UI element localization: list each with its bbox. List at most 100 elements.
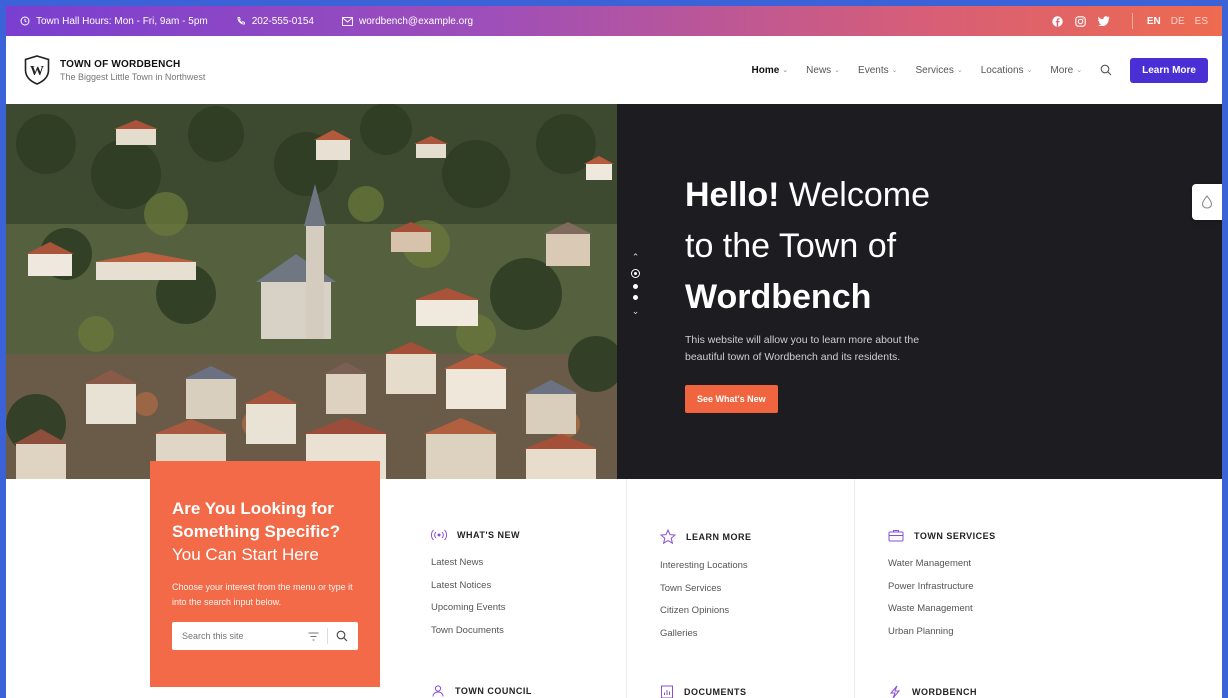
links-column-learn-more: LEARN MORE Interesting Locations Town Se… bbox=[626, 479, 854, 698]
chevron-down-icon: ⌄ bbox=[1076, 67, 1083, 74]
email-info[interactable]: wordbench@example.org bbox=[342, 16, 473, 27]
broadcast-icon bbox=[431, 529, 447, 541]
link-interesting-locations[interactable]: Interesting Locations bbox=[660, 560, 752, 583]
hero-description: This website will allow you to learn mor… bbox=[685, 334, 920, 363]
link-latest-news[interactable]: Latest News bbox=[431, 557, 520, 580]
search-icon[interactable] bbox=[1100, 64, 1112, 76]
section-header: WHAT'S NEW bbox=[431, 529, 520, 541]
link-town-services[interactable]: Town Services bbox=[660, 583, 752, 606]
nav-events[interactable]: Events ⌄ bbox=[858, 65, 897, 76]
droplet-icon bbox=[1201, 195, 1213, 209]
document-chart-icon bbox=[661, 685, 673, 698]
search-card-subtitle: You Can Start Here bbox=[172, 545, 319, 564]
chevron-down-icon: ⌄ bbox=[782, 67, 789, 74]
chevron-up-icon[interactable]: ⌃ bbox=[632, 252, 640, 263]
section-header: TOWN SERVICES bbox=[888, 529, 996, 542]
search-divider bbox=[327, 628, 328, 644]
hero-title-greeting: Hello! bbox=[685, 176, 780, 214]
search-input[interactable] bbox=[182, 631, 308, 641]
theme-toggle-tab[interactable] bbox=[1192, 184, 1222, 220]
town-aerial-image bbox=[6, 104, 617, 479]
section-title: WORDBENCH bbox=[912, 687, 977, 697]
nav-more[interactable]: More ⌄ bbox=[1050, 65, 1082, 76]
facebook-icon[interactable] bbox=[1052, 15, 1063, 27]
phone-text[interactable]: 202-555-0154 bbox=[252, 16, 314, 27]
site-tagline: The Biggest Little Town in Northwest bbox=[60, 71, 206, 82]
section-town-services: TOWN SERVICES Water Management Power Inf… bbox=[888, 529, 996, 648]
brand[interactable]: TOWN OF WORDBENCH The Biggest Little Tow… bbox=[60, 59, 205, 82]
links-column-whats-new: WHAT'S NEW Latest News Latest Notices Up… bbox=[398, 479, 626, 698]
person-icon bbox=[432, 685, 444, 697]
hours-text: Town Hall Hours: Mon - Fri, 9am - 5pm bbox=[36, 15, 208, 27]
link-urban-planning[interactable]: Urban Planning bbox=[888, 626, 996, 649]
chevron-down-icon: ⌄ bbox=[956, 67, 963, 74]
link-citizen-opinions[interactable]: Citizen Opinions bbox=[660, 605, 752, 628]
twitter-icon[interactable] bbox=[1097, 16, 1110, 26]
bolt-icon bbox=[889, 685, 901, 698]
chevron-down-icon: ⌄ bbox=[834, 67, 841, 74]
link-upcoming-events[interactable]: Upcoming Events bbox=[431, 602, 520, 625]
hero-content-panel: ⌃ ⌄ Hello! Welcome to the Town of Wordbe… bbox=[617, 104, 1222, 479]
hours-info: Town Hall Hours: Mon - Fri, 9am - 5pm bbox=[20, 16, 208, 27]
nav-news-label: News bbox=[806, 64, 832, 76]
section-title: TOWN COUNCIL bbox=[455, 686, 532, 696]
lang-de[interactable]: DE bbox=[1171, 16, 1185, 27]
chevron-down-icon[interactable]: ⌄ bbox=[632, 306, 640, 317]
slide-dot[interactable] bbox=[633, 284, 638, 289]
filter-icon[interactable] bbox=[308, 632, 319, 641]
link-waste-management[interactable]: Waste Management bbox=[888, 603, 996, 626]
lang-es[interactable]: ES bbox=[1195, 16, 1208, 27]
nav-services[interactable]: Services ⌄ bbox=[916, 65, 963, 76]
section-documents: DOCUMENTS bbox=[660, 685, 747, 698]
link-galleries[interactable]: Galleries bbox=[660, 628, 752, 651]
svg-text:W: W bbox=[30, 64, 44, 79]
hero-section: ⌃ ⌄ Hello! Welcome to the Town of Wordbe… bbox=[6, 104, 1222, 479]
instagram-icon[interactable] bbox=[1075, 15, 1086, 27]
quick-links: WHAT'S NEW Latest News Latest Notices Up… bbox=[398, 479, 1222, 698]
shield-logo-icon[interactable]: W bbox=[24, 55, 50, 85]
slide-controls: ⌃ ⌄ bbox=[631, 252, 640, 317]
slide-dot-active[interactable] bbox=[631, 269, 640, 278]
slide-dot[interactable] bbox=[633, 295, 638, 300]
social-links bbox=[1052, 15, 1110, 27]
learn-more-button[interactable]: Learn More bbox=[1130, 57, 1208, 83]
main-nav: Home ⌄ News ⌄ Events ⌄ Services ⌄ Locations ⌄… bbox=[751, 64, 1112, 76]
top-info-bar: Town Hall Hours: Mon - Fri, 9am - 5pm 20… bbox=[6, 6, 1222, 36]
link-town-documents[interactable]: Town Documents bbox=[431, 625, 520, 648]
search-card: Are You Looking for Something Specific? … bbox=[150, 461, 380, 687]
search-icon[interactable] bbox=[336, 630, 348, 642]
hero-title-line2: to the Town of bbox=[685, 227, 897, 265]
link-water-management[interactable]: Water Management bbox=[888, 558, 996, 581]
section-header: DOCUMENTS bbox=[660, 685, 747, 698]
section-header: WORDBENCH bbox=[888, 685, 977, 698]
nav-locations[interactable]: Locations ⌄ bbox=[981, 65, 1033, 76]
phone-info[interactable]: 202-555-0154 bbox=[236, 16, 314, 27]
section-header: LEARN MORE bbox=[660, 529, 752, 544]
links-column-town-services: TOWN SERVICES Water Management Power Inf… bbox=[854, 479, 1124, 698]
chevron-down-icon: ⌄ bbox=[1026, 67, 1033, 74]
section-title: TOWN SERVICES bbox=[914, 530, 996, 541]
site-header: W TOWN OF WORDBENCH The Biggest Little T… bbox=[6, 36, 1222, 104]
nav-home[interactable]: Home ⌄ bbox=[751, 65, 788, 76]
hero-title-welcome: Welcome bbox=[788, 176, 930, 214]
phone-icon bbox=[237, 17, 245, 25]
site-name[interactable]: TOWN OF WORDBENCH bbox=[60, 59, 205, 70]
nav-locations-label: Locations bbox=[980, 64, 1024, 76]
email-text[interactable]: wordbench@example.org bbox=[359, 16, 473, 27]
site-search bbox=[172, 622, 358, 650]
section-wordbench: WORDBENCH bbox=[888, 685, 977, 698]
topbar-divider bbox=[1131, 13, 1133, 29]
hero-title: Hello! Welcome to the Town of Wordbench bbox=[685, 170, 1065, 323]
nav-news[interactable]: News ⌄ bbox=[806, 65, 840, 76]
link-power-infrastructure[interactable]: Power Infrastructure bbox=[888, 581, 996, 604]
mail-icon bbox=[342, 16, 353, 26]
section-town-council: TOWN COUNCIL bbox=[431, 685, 532, 697]
section-header: TOWN COUNCIL bbox=[431, 685, 532, 697]
nav-services-label: Services bbox=[915, 64, 954, 76]
see-whats-new-button[interactable]: See What's New bbox=[685, 385, 778, 413]
section-whats-new: WHAT'S NEW Latest News Latest Notices Up… bbox=[431, 529, 520, 647]
lang-en[interactable]: EN bbox=[1147, 16, 1161, 27]
section-title: DOCUMENTS bbox=[684, 687, 747, 697]
section-learn-more: LEARN MORE Interesting Locations Town Se… bbox=[660, 529, 752, 650]
link-latest-notices[interactable]: Latest Notices bbox=[431, 580, 520, 603]
